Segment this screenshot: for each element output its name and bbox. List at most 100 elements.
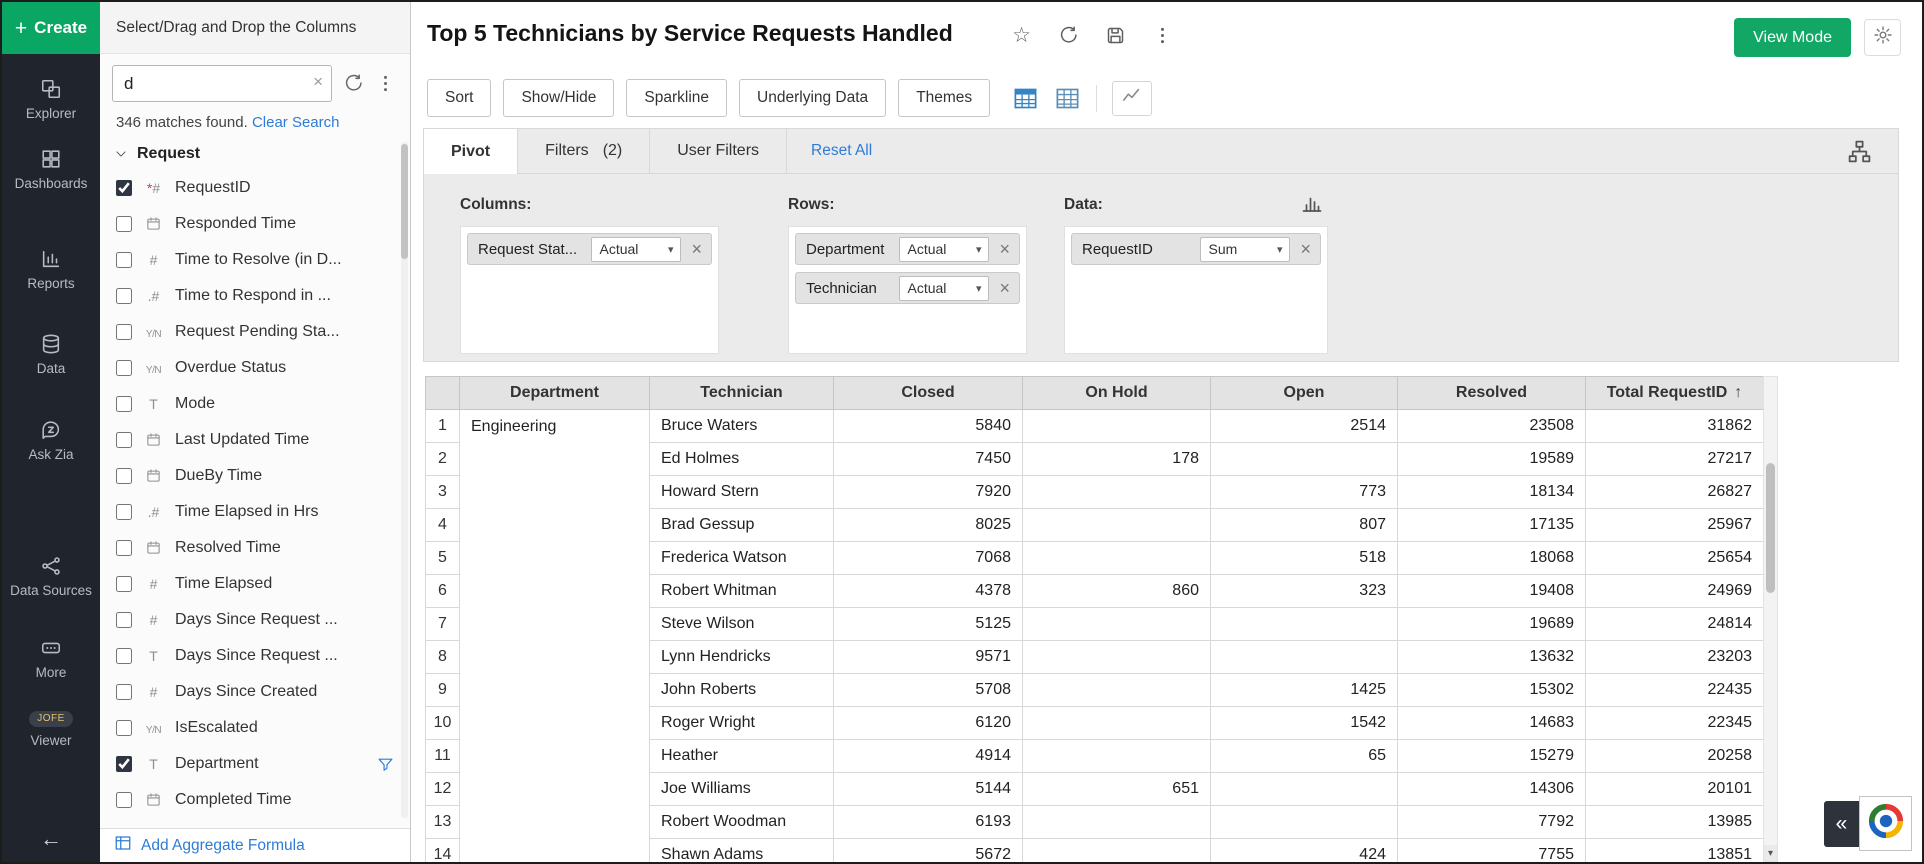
- field-row-isescalated[interactable]: Y/NIsEscalated: [100, 710, 410, 746]
- sidebar-item-data[interactable]: Data: [2, 333, 100, 377]
- field-row-time-to-resolve-in-d[interactable]: #Time to Resolve (in D...: [100, 242, 410, 278]
- fields-scrollbar-thumb[interactable]: [401, 144, 408, 259]
- field-checkbox[interactable]: [116, 648, 132, 664]
- table-scrollbar-thumb[interactable]: [1766, 463, 1775, 593]
- toolbar-underlying-data-button[interactable]: Underlying Data: [739, 79, 886, 117]
- toolbar-themes-button[interactable]: Themes: [898, 79, 990, 117]
- chip-remove-icon[interactable]: ×: [688, 239, 705, 260]
- sidebar-item-more[interactable]: More: [2, 637, 100, 681]
- field-row-time-to-respond-in[interactable]: .#Time to Respond in ...: [100, 278, 410, 314]
- data-drop-zone[interactable]: RequestIDSum▾×: [1064, 226, 1328, 354]
- column-header-on-hold[interactable]: On Hold: [1023, 377, 1211, 410]
- sidebar-item-ask-zia[interactable]: Ask Zia: [2, 419, 100, 463]
- refresh-icon[interactable]: [343, 73, 364, 94]
- tab-filters[interactable]: Filters(2): [518, 129, 650, 173]
- chip-aggregate-select[interactable]: Actual▾: [591, 237, 681, 262]
- field-checkbox[interactable]: [116, 612, 132, 628]
- pivot-chip-request-stat[interactable]: Request Stat...Actual▾×: [467, 233, 712, 265]
- sidebar-item-explorer[interactable]: Explorer: [2, 78, 100, 122]
- refresh-icon[interactable]: [1058, 25, 1079, 46]
- field-checkbox[interactable]: [116, 540, 132, 556]
- field-row-last-updated-time[interactable]: Last Updated Time: [100, 422, 410, 458]
- clear-search-link[interactable]: Clear Search: [252, 114, 340, 131]
- field-row-days-since-request[interactable]: #Days Since Request ...: [100, 602, 410, 638]
- column-header-technician[interactable]: Technician: [650, 377, 834, 410]
- table-view-icon[interactable]: [1054, 85, 1081, 112]
- field-row-mode[interactable]: TMode: [100, 386, 410, 422]
- field-group-request[interactable]: Request: [100, 133, 410, 170]
- field-row-requestid[interactable]: *#RequestID: [100, 170, 410, 206]
- field-row-time-elapsed-in-hrs[interactable]: .#Time Elapsed in Hrs: [100, 494, 410, 530]
- field-checkbox[interactable]: [116, 792, 132, 808]
- pivot-chip-department[interactable]: DepartmentActual▾×: [795, 233, 1020, 265]
- column-header-open[interactable]: Open: [1211, 377, 1398, 410]
- field-checkbox[interactable]: [116, 396, 132, 412]
- search-input[interactable]: [112, 65, 332, 102]
- field-checkbox[interactable]: [116, 252, 132, 268]
- column-header-total-requestid[interactable]: Total RequestID↑: [1586, 377, 1764, 410]
- clear-search-icon[interactable]: ×: [313, 72, 323, 92]
- field-row-request-pending-sta[interactable]: Y/NRequest Pending Sta...: [100, 314, 410, 350]
- chip-remove-icon[interactable]: ×: [996, 278, 1013, 299]
- field-checkbox[interactable]: [116, 180, 132, 196]
- sidebar-item-dashboards[interactable]: Dashboards: [2, 148, 100, 192]
- field-checkbox[interactable]: [116, 324, 132, 340]
- field-checkbox[interactable]: [116, 684, 132, 700]
- table-row[interactable]: 1EngineeringBruce Waters5840251423508318…: [426, 410, 1764, 443]
- sidebar-item-data-sources[interactable]: Data Sources: [2, 555, 100, 599]
- field-checkbox[interactable]: [116, 432, 132, 448]
- column-header-resolved[interactable]: Resolved: [1398, 377, 1586, 410]
- pivot-view-icon[interactable]: [1012, 85, 1039, 112]
- columns-drop-zone[interactable]: Request Stat...Actual▾×: [460, 226, 719, 354]
- chart-view-button[interactable]: [1112, 81, 1152, 116]
- create-button[interactable]: + Create: [2, 2, 100, 54]
- sidebar-item-viewer[interactable]: JOFEViewer: [2, 711, 100, 749]
- reset-all-link[interactable]: Reset All: [811, 129, 872, 173]
- field-checkbox[interactable]: [116, 720, 132, 736]
- pivot-chip-technician[interactable]: TechnicianActual▾×: [795, 272, 1020, 304]
- more-options-kebab-icon[interactable]: [375, 73, 396, 94]
- collapse-panel-button[interactable]: «: [1824, 801, 1859, 847]
- tab-pivot[interactable]: Pivot: [424, 129, 518, 174]
- toolbar-sort-button[interactable]: Sort: [427, 79, 491, 117]
- hierarchy-icon[interactable]: [1847, 139, 1872, 164]
- save-icon[interactable]: [1105, 25, 1126, 46]
- tab-user-filters[interactable]: User Filters: [650, 129, 787, 173]
- field-row-completed-time[interactable]: Completed Time: [100, 782, 410, 818]
- settings-gear-button[interactable]: [1864, 19, 1901, 56]
- chip-remove-icon[interactable]: ×: [1297, 239, 1314, 260]
- chip-aggregate-select[interactable]: Actual▾: [899, 276, 989, 301]
- scroll-down-arrow[interactable]: ▾: [1764, 845, 1777, 861]
- column-header-closed[interactable]: Closed: [834, 377, 1023, 410]
- field-row-overdue-status[interactable]: Y/NOverdue Status: [100, 350, 410, 386]
- field-checkbox[interactable]: [116, 504, 132, 520]
- field-row-dueby-time[interactable]: DueBy Time: [100, 458, 410, 494]
- field-row-department[interactable]: TDepartment: [100, 746, 410, 782]
- rows-drop-zone[interactable]: DepartmentActual▾×TechnicianActual▾×: [788, 226, 1027, 354]
- toolbar-sparkline-button[interactable]: Sparkline: [626, 79, 727, 117]
- sidebar-collapse-button[interactable]: ←: [2, 826, 100, 852]
- chip-aggregate-select[interactable]: Sum▾: [1200, 237, 1290, 262]
- field-checkbox[interactable]: [116, 576, 132, 592]
- chip-remove-icon[interactable]: ×: [996, 239, 1013, 260]
- field-checkbox[interactable]: [116, 468, 132, 484]
- field-row-days-since-created[interactable]: #Days Since Created: [100, 674, 410, 710]
- pivot-chip-requestid[interactable]: RequestIDSum▾×: [1071, 233, 1321, 265]
- field-row-time-elapsed[interactable]: #Time Elapsed: [100, 566, 410, 602]
- favorite-star-icon[interactable]: ☆: [1011, 25, 1032, 46]
- field-checkbox[interactable]: [116, 360, 132, 376]
- field-row-resolved-time[interactable]: Resolved Time: [100, 530, 410, 566]
- field-checkbox[interactable]: [116, 216, 132, 232]
- toolbar-show-hide-button[interactable]: Show/Hide: [503, 79, 614, 117]
- add-aggregate-formula-button[interactable]: Add Aggregate Formula: [100, 828, 410, 862]
- column-header-department[interactable]: Department: [460, 377, 650, 410]
- field-checkbox[interactable]: [116, 756, 132, 772]
- chip-aggregate-select[interactable]: Actual▾: [899, 237, 989, 262]
- pivot-chart-toggle-icon[interactable]: [1300, 191, 1324, 215]
- field-checkbox[interactable]: [116, 288, 132, 304]
- view-mode-button[interactable]: View Mode: [1734, 18, 1851, 57]
- sidebar-item-reports[interactable]: Reports: [2, 248, 100, 292]
- field-row-responded-time[interactable]: Responded Time: [100, 206, 410, 242]
- more-options-kebab-icon[interactable]: [1152, 25, 1173, 46]
- field-row-days-since-request[interactable]: TDays Since Request ...: [100, 638, 410, 674]
